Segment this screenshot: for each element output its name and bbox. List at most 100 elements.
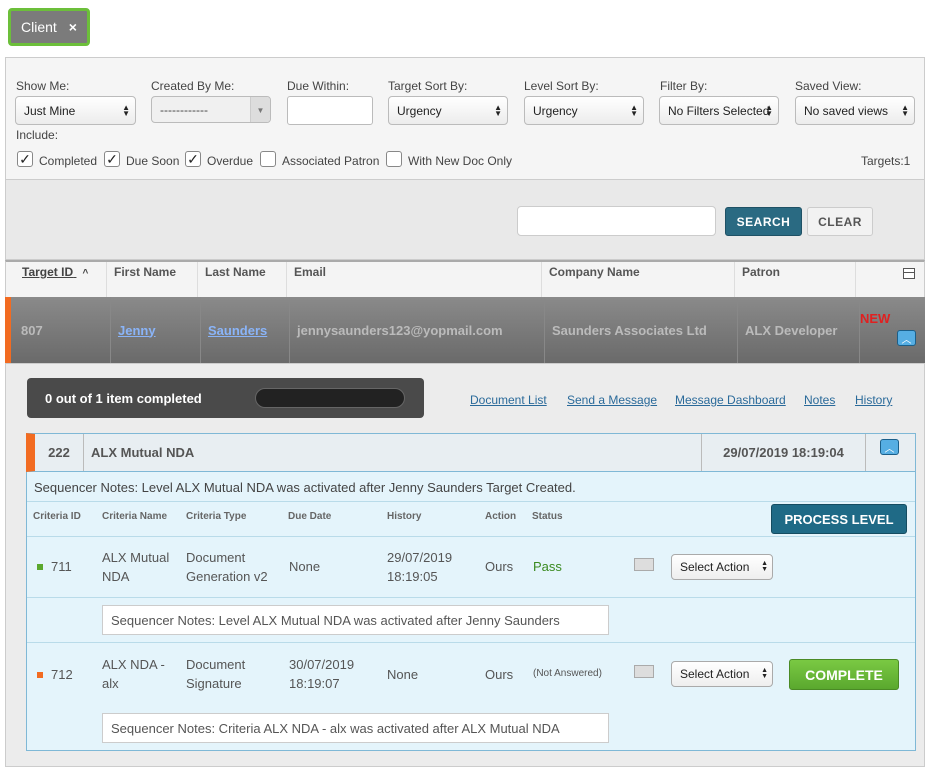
progress-bar xyxy=(255,388,405,408)
select-arrows-icon: ▲ ▼ xyxy=(494,103,502,118)
select-arrows-icon: ▲ ▼ xyxy=(122,103,130,118)
target-sort-label: Target Sort By: xyxy=(388,79,468,93)
due-within-label: Due Within: xyxy=(287,79,350,93)
with-new-doc-checkbox-label: With New Doc Only xyxy=(408,154,513,168)
chevron-up-icon: ︿ xyxy=(884,443,895,455)
criteria-history: None xyxy=(387,667,419,682)
client-tab[interactable]: Client × xyxy=(8,8,90,46)
cell-target-id: 807 xyxy=(21,322,43,338)
table-row[interactable]: 807 Jenny Saunders jennysaunders123@yopm… xyxy=(5,297,925,363)
criteria-action: Ours xyxy=(485,559,514,574)
criteria-history-line: 29/07/2019 xyxy=(387,550,453,565)
level-sort-select[interactable]: Urgency ▲ ▼ xyxy=(524,96,644,125)
criteria-type: Document Generation v2 xyxy=(186,548,268,586)
envelope-icon[interactable] xyxy=(634,558,654,571)
process-level-button[interactable]: PROCESS LEVEL xyxy=(771,504,907,534)
saved-view-value: No saved views xyxy=(804,103,889,118)
targets-count: Targets:1 xyxy=(861,154,911,168)
message-dashboard-link[interactable]: Message Dashboard xyxy=(675,393,786,407)
column-email[interactable]: Email xyxy=(287,262,542,297)
criteria-header-id: Criteria ID xyxy=(33,511,81,522)
column-target-id-label: Target ID xyxy=(22,265,74,279)
collapse-row-button[interactable]: ︿ xyxy=(897,330,916,346)
last-name-link[interactable]: Saunders xyxy=(208,323,267,338)
envelope-icon[interactable] xyxy=(634,665,654,678)
cell-patron: ALX Developer xyxy=(738,297,860,363)
column-first-name[interactable]: First Name xyxy=(107,262,198,297)
document-list-link[interactable]: Document List xyxy=(470,393,547,407)
divider xyxy=(27,642,915,643)
select-action-value: Select Action xyxy=(680,667,750,681)
show-me-select[interactable]: Just Mine ▲ ▼ xyxy=(15,96,136,125)
collapse-level-button[interactable]: ︿ xyxy=(880,439,899,455)
include-label: Include: xyxy=(16,128,59,142)
column-settings-icon[interactable] xyxy=(903,268,915,279)
saved-view-select[interactable]: No saved views ▲ ▼ xyxy=(795,96,915,125)
filter-by-select[interactable]: No Filters Selected ▲ ▼ xyxy=(659,96,779,125)
criteria-name-line: alx xyxy=(102,676,119,691)
level-header: 222 ALX Mutual NDA 29/07/2019 18:19:04 ︿ xyxy=(26,433,916,472)
associated-patron-checkbox-label: Associated Patron xyxy=(282,154,380,168)
notes-link[interactable]: Notes xyxy=(804,393,835,407)
search-input[interactable] xyxy=(517,206,716,236)
target-sort-select[interactable]: Urgency ▲ ▼ xyxy=(388,96,508,125)
new-badge: NEW xyxy=(860,311,891,326)
associated-patron-checkbox[interactable] xyxy=(260,151,276,167)
column-last-name[interactable]: Last Name xyxy=(198,262,287,297)
cell-last-name: Saunders xyxy=(201,297,290,363)
show-me-value: Just Mine xyxy=(24,103,76,118)
divider xyxy=(27,501,915,502)
due-soon-checkbox-label: Due Soon xyxy=(126,154,180,168)
criteria-type-line: Generation v2 xyxy=(186,569,268,584)
sort-ascending-icon: ^ xyxy=(82,268,89,279)
select-action-value: Select Action xyxy=(680,560,750,574)
send-message-link[interactable]: Send a Message xyxy=(567,393,657,407)
saved-view-label: Saved View: xyxy=(795,79,862,93)
level-datetime: 29/07/2019 18:19:04 xyxy=(702,434,866,471)
history-link[interactable]: History xyxy=(855,393,892,407)
criteria-name: ALX Mutual NDA xyxy=(102,548,169,586)
criteria-name-line: NDA xyxy=(102,569,130,584)
due-within-input[interactable] xyxy=(287,96,373,125)
criteria-due-line: 30/07/2019 xyxy=(289,657,355,672)
criteria-status: Pass xyxy=(533,559,562,574)
select-arrows-icon: ▲ ▼ xyxy=(761,560,768,573)
level-sort-value: Urgency xyxy=(533,103,578,118)
due-soon-checkbox[interactable]: ✓ xyxy=(104,151,120,167)
criteria-history-line: 18:19:05 xyxy=(387,569,438,584)
created-by-me-select[interactable]: ------------ ▼ xyxy=(151,96,271,123)
criteria-name-line: ALX NDA - xyxy=(102,657,165,672)
progress-text: 0 out of 1 item completed xyxy=(45,390,202,406)
cell-company: Saunders Associates Ltd xyxy=(545,297,738,363)
clear-button[interactable]: CLEAR xyxy=(807,207,873,236)
select-arrows-icon: ▲ ▼ xyxy=(765,103,773,118)
column-company-name[interactable]: Company Name xyxy=(542,262,735,297)
column-target-id[interactable]: Target ID ^ xyxy=(15,262,107,297)
criteria-due-date: 30/07/2019 18:19:07 xyxy=(289,655,354,693)
criteria-note: Sequencer Notes: Level ALX Mutual NDA wa… xyxy=(102,605,609,635)
first-name-link[interactable]: Jenny xyxy=(118,323,156,338)
completed-checkbox[interactable]: ✓ xyxy=(17,151,33,167)
overdue-checkbox[interactable]: ✓ xyxy=(185,151,201,167)
level-name: ALX Mutual NDA xyxy=(84,434,702,471)
criteria-header-type: Criteria Type xyxy=(186,511,247,522)
complete-button[interactable]: COMPLETE xyxy=(789,659,899,690)
criteria-header-action: Action xyxy=(485,511,517,522)
divider xyxy=(27,536,915,537)
select-arrows-icon: ▲ ▼ xyxy=(761,667,768,680)
select-action-dropdown[interactable]: Select Action ▲ ▼ xyxy=(671,661,773,687)
table-header: Target ID ^ First Name Last Name Email C… xyxy=(5,260,925,297)
created-by-me-value: ------------ xyxy=(160,102,208,117)
select-action-dropdown[interactable]: Select Action ▲ ▼ xyxy=(671,554,773,580)
search-button[interactable]: SEARCH xyxy=(725,207,802,236)
filter-by-label: Filter By: xyxy=(660,79,708,93)
criteria-action: Ours xyxy=(485,667,514,682)
column-patron[interactable]: Patron xyxy=(735,262,856,297)
criteria-name: ALX NDA - alx xyxy=(102,655,165,693)
criteria-type: Document Signature xyxy=(186,655,245,693)
divider xyxy=(27,597,915,598)
close-icon[interactable]: × xyxy=(69,19,77,35)
criteria-due-line: 18:19:07 xyxy=(289,676,340,691)
criteria-header-name: Criteria Name xyxy=(102,511,168,522)
with-new-doc-checkbox[interactable] xyxy=(386,151,402,167)
